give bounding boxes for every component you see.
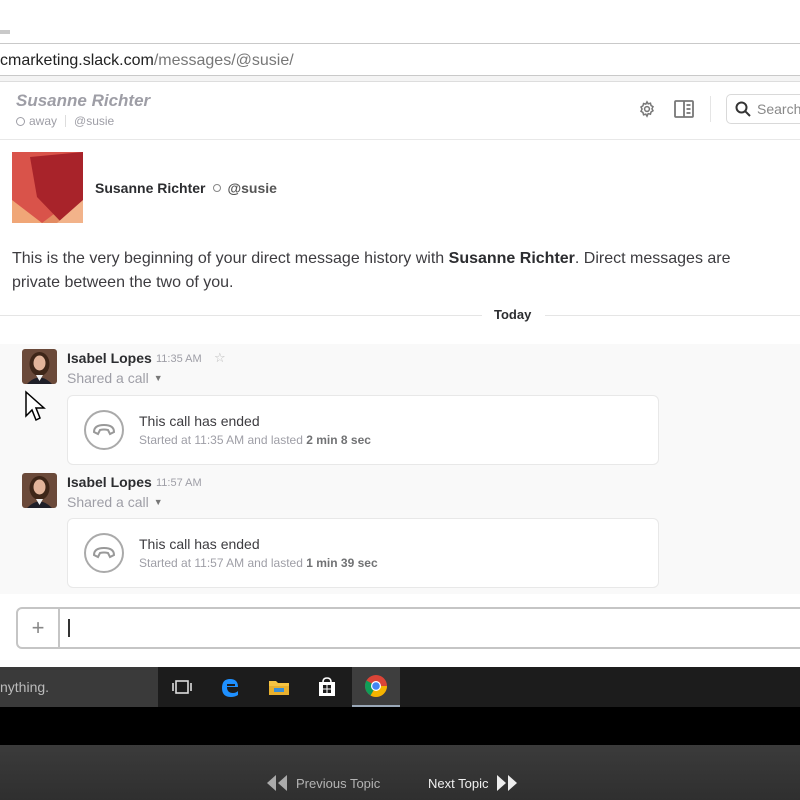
user-handle: @susie: [74, 114, 115, 128]
presence-status: away: [29, 114, 58, 128]
address-bar[interactable]: cmarketing.slack.com/messages/@susie/: [0, 44, 800, 76]
store-icon[interactable]: [303, 667, 351, 707]
message-author[interactable]: Isabel Lopes: [67, 474, 152, 490]
search-placeholder: Search: [757, 101, 800, 117]
rewind-icon: [267, 775, 287, 791]
message-timestamp[interactable]: 11:35 AM: [156, 353, 202, 365]
edge-browser-icon[interactable]: [206, 667, 254, 707]
avatar[interactable]: [22, 349, 57, 384]
channel-name[interactable]: Susanne Richter: [16, 91, 150, 111]
file-explorer-icon[interactable]: [255, 667, 303, 707]
task-view-icon[interactable]: [158, 667, 206, 707]
chevron-down-icon[interactable]: ▼: [154, 497, 163, 507]
message-author[interactable]: Isabel Lopes: [67, 350, 152, 366]
windows-taskbar: nything.: [0, 667, 800, 707]
url-text[interactable]: cmarketing.slack.com/messages/@susie/: [0, 52, 294, 70]
intro-user: Susanne Richter @susie: [95, 180, 277, 196]
fast-forward-icon: [497, 775, 518, 791]
call-detail: Started at 11:35 AM and lasted 2 min 8 s…: [139, 433, 371, 447]
message-timestamp[interactable]: 11:57 AM: [156, 477, 202, 489]
phone-hangup-icon: [84, 533, 124, 573]
next-topic-label: Next Topic: [428, 775, 489, 791]
add-attachment-button[interactable]: +: [18, 609, 60, 647]
intro-description-name[interactable]: Susanne Richter: [449, 250, 575, 267]
star-icon[interactable]: ☆: [214, 350, 226, 366]
presence-away-icon: [16, 116, 25, 126]
day-divider-label: Today: [494, 307, 532, 322]
chevron-down-icon[interactable]: ▼: [154, 373, 163, 383]
header-divider: [710, 96, 711, 122]
chrome-icon[interactable]: [352, 667, 400, 707]
intro-user-name[interactable]: Susanne Richter: [95, 180, 205, 196]
composer-footer: [0, 650, 800, 667]
channel-header: Susanne Richter away @susie Search: [0, 82, 800, 140]
browser-tab-strip: [0, 0, 800, 44]
call-title: This call has ended: [139, 413, 260, 429]
phone-hangup-icon: [84, 410, 124, 450]
shared-call-label[interactable]: Shared a call ▼: [67, 494, 163, 510]
day-divider-line-right: [545, 315, 800, 316]
gear-icon[interactable]: [636, 98, 658, 120]
details-pane-icon[interactable]: [673, 98, 695, 120]
channel-subtitle: away @susie: [16, 114, 114, 128]
call-detail: Started at 11:57 AM and lasted 1 min 39 …: [139, 556, 378, 570]
video-letterbox: [0, 707, 800, 745]
avatar[interactable]: [22, 473, 57, 508]
call-card[interactable]: This call has ended Started at 11:35 AM …: [67, 395, 659, 465]
message-composer[interactable]: +: [16, 607, 800, 649]
intro-user-handle: @susie: [227, 180, 277, 196]
shared-call-label[interactable]: Shared a call ▼: [67, 370, 163, 386]
taskbar-search-box[interactable]: nything.: [0, 667, 158, 707]
text-caret: [68, 619, 70, 637]
message-item[interactable]: Isabel Lopes 11:57 AM Shared a call ▼ Thi…: [0, 466, 800, 594]
message-item[interactable]: Isabel Lopes 11:35 AM ☆ Shared a call ▼ T…: [0, 344, 800, 466]
browser-tab-stub: [0, 30, 10, 34]
next-topic-button[interactable]: Next Topic: [428, 774, 518, 792]
previous-topic-label: Previous Topic: [296, 775, 381, 791]
day-divider-line-left: [0, 315, 482, 316]
call-title: This call has ended: [139, 536, 260, 552]
topic-navigation-bar: Previous Topic Next Topic: [0, 745, 800, 800]
intro-avatar[interactable]: [12, 152, 83, 223]
subtitle-separator: [65, 115, 67, 127]
intro-description: This is the very beginning of your direc…: [12, 250, 731, 291]
previous-topic-button[interactable]: Previous Topic: [266, 774, 380, 792]
call-card[interactable]: This call has ended Started at 11:57 AM …: [67, 518, 659, 588]
search-input[interactable]: Search: [726, 94, 800, 124]
cursor-arrow-icon: [24, 390, 46, 427]
presence-away-icon: [213, 184, 222, 192]
search-icon: [735, 101, 751, 117]
